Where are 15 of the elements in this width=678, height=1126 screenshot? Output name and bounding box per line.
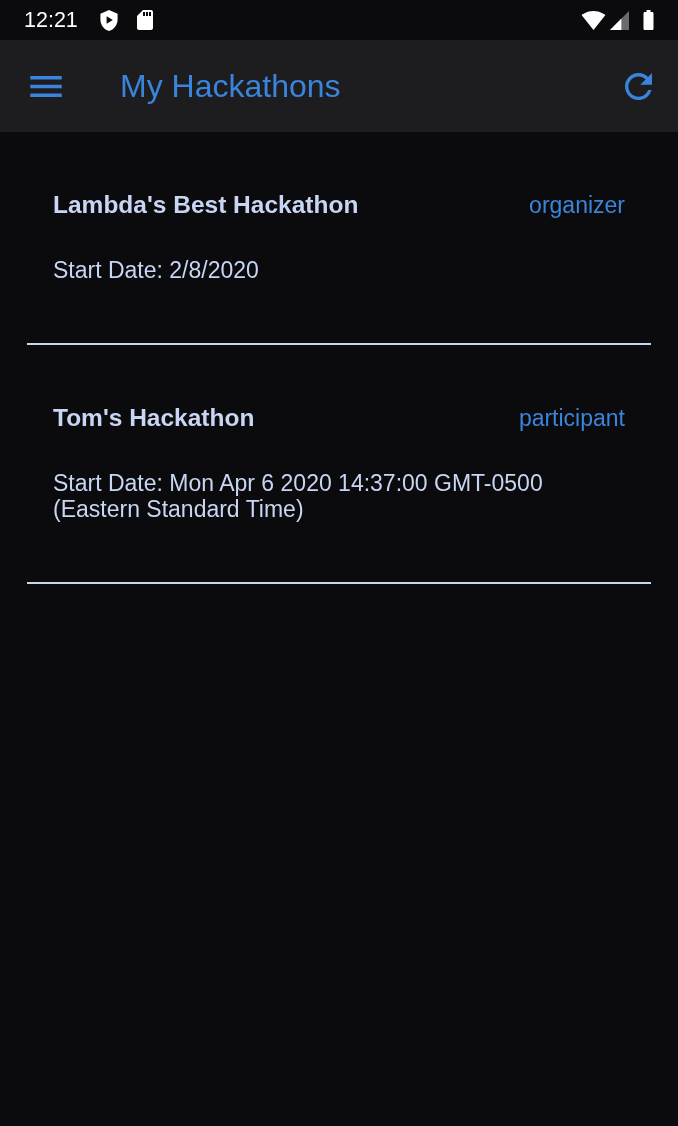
role-label: participant <box>518 404 625 432</box>
screen-title: My Hackathons <box>120 67 341 105</box>
status-time: 12:21 <box>24 8 78 32</box>
role-label: organizer <box>529 191 625 219</box>
menu-icon <box>30 75 62 97</box>
signal-icon <box>610 10 629 30</box>
hackathon-title: Lambda's Best Hackathon <box>53 191 359 219</box>
sd-card-icon <box>136 10 153 30</box>
shield-play-icon <box>99 9 118 31</box>
hackathon-title: Tom's Hackathon <box>53 404 255 432</box>
start-date: Start Date: 2/8/2020 <box>53 257 260 283</box>
refresh-icon <box>625 72 652 100</box>
battery-icon <box>643 10 654 30</box>
start-date: Start Date: Mon Apr 6 2020 14:37:00 GMT-0500 (Eastern Standard Time) <box>53 470 544 522</box>
wifi-icon <box>581 10 606 30</box>
